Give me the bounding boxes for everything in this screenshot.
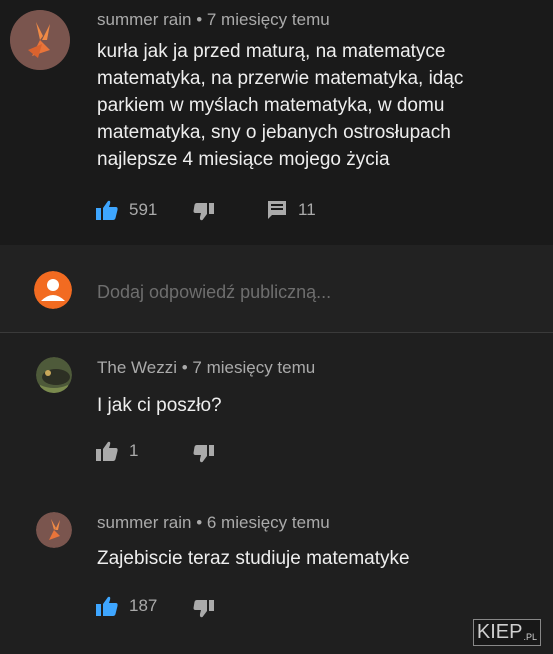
- avatar[interactable]: [36, 357, 72, 393]
- like-button[interactable]: 591: [95, 199, 157, 221]
- user-icon: [34, 271, 72, 309]
- author-name[interactable]: summer rain: [97, 10, 191, 29]
- user-avatar: [34, 271, 72, 309]
- reply-count: 11: [298, 200, 316, 219]
- comment-meta: summer rain • 7 miesięcy temu: [97, 10, 330, 30]
- reply-icon: [268, 201, 286, 219]
- comment-text-line: kurła jak ja przed maturą, na matematyce: [97, 41, 446, 62]
- dislike-button[interactable]: [193, 599, 215, 619]
- thumb-down-icon: [193, 445, 214, 463]
- comment-text: I jak ci poszło?: [97, 395, 222, 416]
- dislike-button[interactable]: [193, 202, 215, 222]
- like-count: 187: [129, 596, 158, 615]
- watermark-text: KIEP: [476, 621, 523, 643]
- watermark-suffix: .PL: [523, 632, 537, 642]
- avatar[interactable]: [10, 10, 70, 70]
- thumb-up-icon: [96, 200, 118, 220]
- thumb-up-icon: [96, 441, 118, 461]
- comment-text-line: matematyka, na przerwie matematyka, idąc: [97, 68, 464, 89]
- comment-text-line: parkiem w myślach matematyka, w domu: [97, 95, 445, 116]
- comment-text-line: najlepsze 4 miesiące mojego życia: [97, 149, 390, 170]
- dislike-button[interactable]: [193, 444, 215, 464]
- comment-text: Zajebiscie teraz studiuje matematyke: [97, 548, 410, 569]
- creature-avatar-icon: [36, 357, 72, 393]
- timestamp[interactable]: • 7 miesięcy temu: [182, 358, 316, 377]
- rabbit-avatar-icon: [36, 512, 72, 548]
- comment-meta: summer rain • 6 miesięcy temu: [97, 513, 330, 533]
- timestamp[interactable]: • 6 miesięcy temu: [196, 513, 330, 532]
- avatar[interactable]: [36, 512, 72, 548]
- like-count: 1: [129, 441, 139, 460]
- watermark-logo: KIEP .PL: [472, 619, 541, 646]
- thumb-down-icon: [193, 600, 214, 618]
- comment-meta: The Wezzi • 7 miesięcy temu: [97, 358, 315, 378]
- timestamp[interactable]: • 7 miesięcy temu: [196, 10, 330, 29]
- comment-text-line: matematyka, sny o jebanych ostrosłupach: [97, 122, 451, 143]
- thumb-up-icon: [96, 596, 118, 616]
- like-count: 591: [129, 200, 158, 219]
- author-name[interactable]: The Wezzi: [97, 358, 177, 377]
- reply-input[interactable]: Dodaj odpowiedź publiczną...: [97, 282, 331, 303]
- like-button[interactable]: 187: [95, 595, 157, 617]
- thumb-down-icon: [193, 203, 214, 221]
- comment-text: kurła jak ja przed maturą, na matematyce…: [97, 38, 542, 173]
- like-button[interactable]: 1: [95, 440, 138, 462]
- author-name[interactable]: summer rain: [97, 513, 191, 532]
- reply-count-button[interactable]: 11: [266, 199, 316, 221]
- rabbit-avatar-icon: [10, 10, 70, 70]
